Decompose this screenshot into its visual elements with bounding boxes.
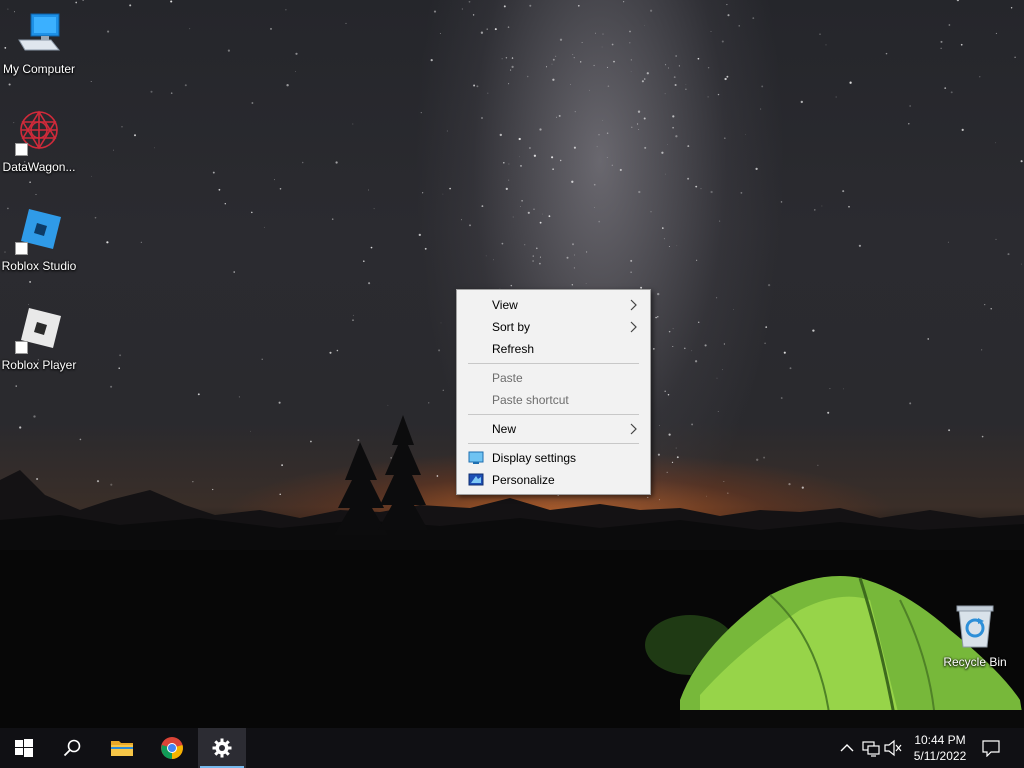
desktop-context-menu: View Sort by Refresh Paste Paste shortcu… — [456, 289, 651, 495]
personalize-icon — [468, 473, 484, 486]
notification-icon[interactable] — [982, 739, 1000, 757]
desktop-icon-label: Roblox Studio — [1, 259, 77, 273]
menu-item-new[interactable]: New — [459, 418, 648, 440]
desktop-icon-my-computer[interactable]: My Computer — [0, 10, 78, 76]
desktop-icon-roblox-studio[interactable]: Roblox Studio — [0, 207, 78, 273]
datawagon-icon — [15, 108, 63, 156]
menu-item-label: Display settings — [492, 451, 577, 465]
computer-icon — [15, 10, 63, 58]
settings-icon — [212, 738, 232, 758]
taskbar: 10:44 PM 5/11/2022 — [0, 728, 1024, 768]
desktop-icon-roblox-player[interactable]: Roblox Player — [0, 306, 78, 372]
clock-date: 5/11/2022 — [913, 749, 967, 763]
roblox-player-icon — [15, 306, 63, 354]
file-explorer-icon — [111, 741, 133, 756]
chrome-icon — [161, 737, 183, 759]
volume-muted-icon[interactable] — [884, 739, 902, 757]
search-icon — [63, 739, 81, 757]
recycle-bin-icon — [951, 603, 999, 651]
search-button[interactable] — [48, 728, 96, 768]
menu-separator — [468, 363, 639, 364]
desktop-icon-label: My Computer — [2, 62, 76, 76]
menu-item-paste-shortcut: Paste shortcut — [459, 389, 648, 411]
menu-item-label: Sort by — [492, 320, 531, 334]
menu-item-label: Paste — [492, 371, 523, 385]
chevron-right-icon — [630, 423, 637, 435]
shortcut-arrow-icon — [15, 242, 28, 255]
settings-button[interactable] — [198, 728, 246, 768]
shortcut-arrow-icon — [15, 143, 28, 156]
menu-item-personalize[interactable]: Personalize — [459, 469, 648, 491]
menu-item-sort-by[interactable]: Sort by — [459, 316, 648, 338]
menu-item-display-settings[interactable]: Display settings — [459, 447, 648, 469]
roblox-studio-icon — [15, 207, 63, 255]
network-icon[interactable] — [862, 739, 880, 757]
display-icon — [468, 451, 484, 464]
menu-item-label: Personalize — [492, 473, 555, 487]
clock[interactable]: 10:44 PM 5/11/2022 — [905, 732, 975, 764]
desktop-icon-datawagon[interactable]: DataWagon... — [0, 108, 78, 174]
chevron-right-icon — [630, 299, 637, 311]
chevron-up-icon[interactable] — [838, 739, 856, 757]
start-button[interactable] — [0, 728, 48, 768]
menu-item-refresh[interactable]: Refresh — [459, 338, 648, 360]
clock-time: 10:44 PM — [914, 733, 966, 747]
desktop-icon-label: Recycle Bin — [943, 655, 1007, 669]
shortcut-arrow-icon — [15, 341, 28, 354]
menu-separator — [468, 414, 639, 415]
menu-item-label: Paste shortcut — [492, 393, 569, 407]
desktop-icon-label: DataWagon... — [2, 160, 76, 174]
menu-item-view[interactable]: View — [459, 294, 648, 316]
chevron-right-icon — [630, 321, 637, 333]
desktop-icon-recycle-bin[interactable]: Recycle Bin — [936, 603, 1014, 669]
menu-item-paste: Paste — [459, 367, 648, 389]
menu-separator — [468, 443, 639, 444]
start-icon — [15, 739, 33, 757]
menu-item-label: New — [492, 422, 517, 436]
chrome-button[interactable] — [148, 728, 196, 768]
file-explorer-button[interactable] — [98, 728, 146, 768]
menu-item-label: Refresh — [492, 342, 535, 356]
desktop-icon-label: Roblox Player — [1, 358, 77, 372]
desktop[interactable]: My Computer DataWagon... Roblox Studio R… — [0, 0, 1024, 768]
menu-item-label: View — [492, 298, 518, 312]
